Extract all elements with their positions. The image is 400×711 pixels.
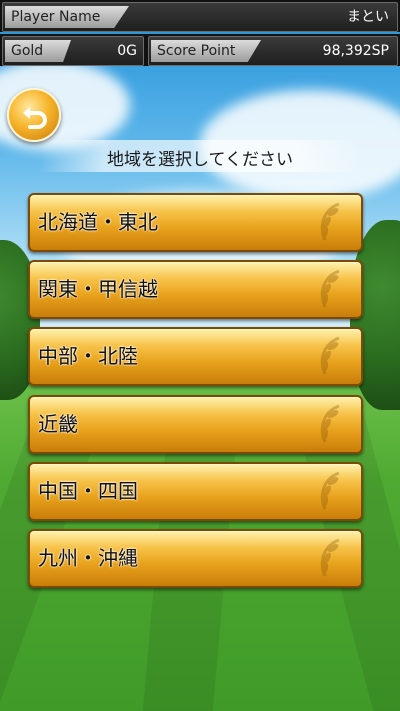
- hud-stats-row: Gold 0G Score Point 98,392SP: [0, 34, 400, 66]
- region-label: 九州・沖縄: [38, 546, 138, 570]
- region-button-chubu-hokuriku[interactable]: 中部・北陸: [28, 327, 363, 386]
- region-button-hokkaido-tohoku[interactable]: 北海道・東北: [28, 193, 363, 252]
- region-label: 中部・北陸: [38, 344, 138, 368]
- region-button-kanto-koshinetsu[interactable]: 関東・甲信越: [28, 260, 363, 319]
- player-name-label: Player Name: [5, 6, 129, 28]
- score-point-value: 98,392SP: [322, 43, 389, 59]
- hud-player-row: Player Name まとい: [0, 0, 400, 32]
- region-button-kyushu-okinawa[interactable]: 九州・沖縄: [28, 529, 363, 588]
- laurel-icon: [320, 471, 340, 510]
- laurel-icon: [320, 269, 340, 308]
- region-label: 北海道・東北: [38, 210, 158, 234]
- gold-value: 0G: [117, 43, 137, 59]
- laurel-icon: [320, 404, 340, 443]
- gold-label: Gold: [5, 40, 71, 62]
- laurel-icon: [320, 202, 340, 241]
- back-button[interactable]: [7, 88, 61, 142]
- score-point-label: Score Point: [151, 40, 261, 62]
- laurel-icon: [320, 538, 340, 577]
- prompt-text: 地域を選択してください: [107, 150, 293, 170]
- back-arrow-icon: [23, 107, 47, 129]
- laurel-icon: [320, 336, 340, 375]
- gold-bar: Gold 0G: [2, 36, 144, 66]
- player-name-value: まとい: [347, 9, 389, 25]
- player-name-bar: Player Name まとい: [2, 2, 398, 32]
- region-button-kinki[interactable]: 近畿: [28, 395, 363, 454]
- region-label: 近畿: [38, 412, 78, 436]
- region-label: 中国・四国: [38, 479, 138, 503]
- region-label: 関東・甲信越: [38, 277, 158, 301]
- score-point-bar: Score Point 98,392SP: [148, 36, 398, 66]
- region-button-chugoku-shikoku[interactable]: 中国・四国: [28, 462, 363, 521]
